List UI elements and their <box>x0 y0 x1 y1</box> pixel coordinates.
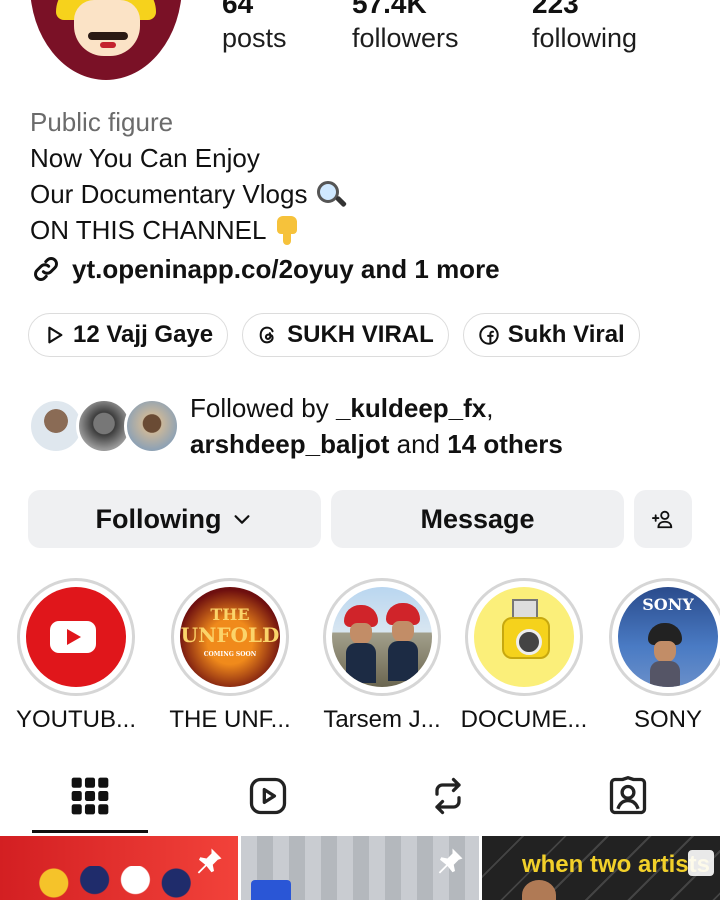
following-button-label: Following <box>95 503 222 534</box>
magnifying-glass-emoji-icon <box>315 179 349 209</box>
highlight-label: THE UNF... <box>169 706 291 733</box>
message-button-label: Message <box>420 503 535 534</box>
posts-grid: when two artists <box>0 836 720 900</box>
profile-bio: Public figure Now You Can Enjoy Our Docu… <box>30 104 349 248</box>
chip-vajj-gaye-label: 12 Vajj Gaye <box>73 321 214 348</box>
following-count: 223 <box>532 0 579 19</box>
mutual-avatars <box>28 394 180 458</box>
chip-vajj-gaye[interactable]: 12 Vajj Gaye <box>28 313 229 357</box>
posts-count: 64 <box>222 0 254 19</box>
highlight-label: DOCUME... <box>460 706 588 733</box>
post-thumbnail[interactable] <box>241 836 479 900</box>
chip-facebook[interactable]: Sukh Viral <box>462 313 640 357</box>
post-thumbnail[interactable] <box>0 836 238 900</box>
chip-threads[interactable]: SUKH VIRAL <box>242 313 449 357</box>
highlight-youtube[interactable]: YOUTUB... <box>6 578 146 734</box>
highlight-ring <box>323 578 441 696</box>
highlight-cover: SONY <box>618 587 718 687</box>
highlight-ring: THE UNFOLD COMING SOON <box>171 578 289 696</box>
avatar-lips <box>100 42 116 48</box>
highlight-the-unfold[interactable]: THE UNFOLD COMING SOON THE UNF... <box>160 578 300 734</box>
sony-logo-text: SONY <box>642 595 694 614</box>
message-button[interactable]: Message <box>331 490 624 548</box>
followed-by-label: Followed by <box>190 393 329 423</box>
highlight-cover: THE UNFOLD COMING SOON <box>180 587 280 687</box>
tab-tagged[interactable] <box>606 774 650 818</box>
pointing-down-emoji-icon <box>274 214 300 246</box>
profile-actions: Following Message <box>28 490 692 548</box>
camera-icon <box>474 587 574 687</box>
following-button[interactable]: Following <box>28 490 321 548</box>
grid-icon <box>71 777 109 815</box>
link-icon <box>34 257 58 281</box>
reels-icon <box>249 777 287 815</box>
posts-label: posts <box>222 23 287 53</box>
threads-icon <box>259 326 274 344</box>
add-person-icon <box>652 510 673 529</box>
following-stat[interactable]: 223 following <box>532 0 662 54</box>
active-tab-indicator <box>32 830 148 833</box>
bio-line-3-text: ON THIS CHANNEL <box>30 215 267 245</box>
chip-threads-label: SUKH VIRAL <box>287 321 434 348</box>
bio-line-3: ON THIS CHANNEL <box>30 212 349 248</box>
highlight-cover <box>332 587 432 687</box>
highlight-tarsem[interactable]: Tarsem J... <box>312 578 452 734</box>
tagged-person-icon <box>609 776 647 815</box>
avatar-mustache <box>88 32 128 40</box>
bio-link[interactable]: yt.openinapp.co/2oyuy and 1 more <box>30 253 500 285</box>
unfold-line-1: THE <box>210 605 250 624</box>
bio-line-1-text: Now You Can Enjoy <box>30 143 260 173</box>
unfold-line-2: UNFOLD <box>180 623 280 647</box>
bio-line-2: Our Documentary Vlogs <box>30 176 349 212</box>
mutual-user-1: _kuldeep_fx <box>335 393 487 423</box>
post-image <box>251 880 291 900</box>
carousel-icon <box>688 850 714 876</box>
pin-icon <box>438 848 463 874</box>
post-image <box>30 866 200 900</box>
mutual-and: and <box>396 429 441 459</box>
tab-reels[interactable] <box>246 774 290 818</box>
bio-line-1: Now You Can Enjoy <box>30 140 349 176</box>
highlight-documentary[interactable]: DOCUME... <box>454 578 594 734</box>
mutual-followers-text: Followed by _kuldeep_fx, arshdeep_baljot… <box>190 390 563 462</box>
bio-line-2-text: Our Documentary Vlogs <box>30 179 308 209</box>
highlight-sony[interactable]: SONY SONY <box>598 578 720 734</box>
highlight-label: SONY <box>633 706 702 733</box>
mutual-followers[interactable]: Followed by _kuldeep_fx, arshdeep_baljot… <box>28 390 563 462</box>
profile-chips: 12 Vajj Gaye SUKH VIRAL Sukh Viral <box>28 313 640 357</box>
highlight-label: Tarsem J... <box>323 706 441 733</box>
highlight-ring <box>17 578 135 696</box>
highlight-ring <box>465 578 583 696</box>
mutual-comma: , <box>486 393 494 423</box>
tab-posts-grid[interactable] <box>68 774 112 818</box>
posts-stat[interactable]: 64 posts <box>222 0 298 54</box>
profile-avatar[interactable] <box>30 0 182 80</box>
play-icon <box>48 326 63 344</box>
pin-icon <box>197 848 222 874</box>
bio-link-text: yt.openinapp.co/2oyuy and 1 more <box>72 253 500 284</box>
repost-icon <box>435 777 461 815</box>
mutual-others: 14 others <box>447 429 563 459</box>
youtube-logo-icon <box>26 587 126 687</box>
story-highlights: YOUTUB... THE UNFOLD COMING SOON THE UNF… <box>0 578 720 738</box>
chevron-down-icon <box>234 515 251 524</box>
facebook-icon <box>479 325 499 345</box>
category-label: Public figure <box>30 107 174 137</box>
profile-tabs <box>0 760 720 834</box>
unfold-line-3: COMING SOON <box>203 651 257 658</box>
highlight-label: YOUTUB... <box>15 706 136 733</box>
followers-stat[interactable]: 57.4K followers <box>352 0 482 54</box>
post-thumbnail[interactable]: when two artists <box>482 836 720 900</box>
followers-label: followers <box>352 23 459 53</box>
suggested-users-button[interactable] <box>634 490 692 548</box>
highlight-ring: SONY <box>609 578 720 696</box>
chip-facebook-label: Sukh Viral <box>507 321 625 348</box>
mutual-avatar <box>124 398 180 454</box>
following-label: following <box>532 23 638 53</box>
mutual-user-2: arshdeep_baljot <box>190 429 390 459</box>
post-overlay-text: when two artists <box>521 851 710 878</box>
tab-reposts[interactable] <box>426 774 470 818</box>
followers-count: 57.4K <box>352 0 427 19</box>
